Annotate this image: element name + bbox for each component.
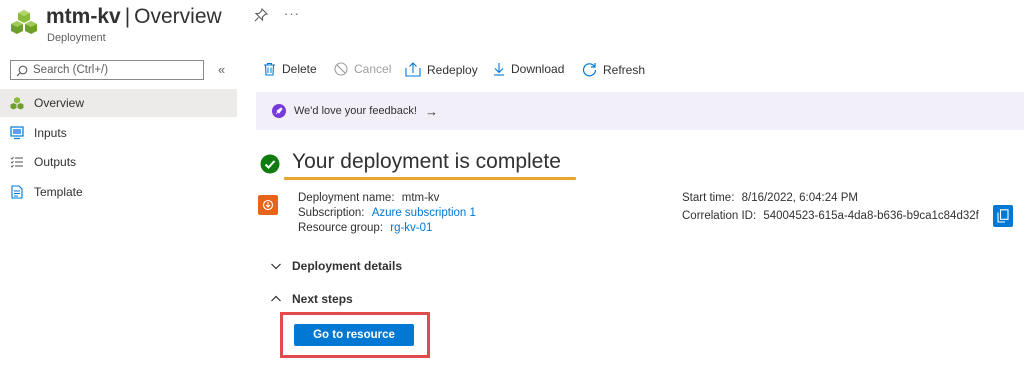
go-to-resource-button[interactable]: Go to resource <box>294 324 414 346</box>
cancel-label: Cancel <box>354 62 392 76</box>
sidebar-item-label: Outputs <box>34 155 77 169</box>
sidebar-item-inputs[interactable]: Inputs <box>0 119 237 147</box>
page-title: mtm-kv | Overview <box>46 5 222 29</box>
subscription-link[interactable]: Azure subscription 1 <box>372 207 476 219</box>
start-time-row: Start time: 8/16/2022, 6:04:24 PM <box>682 192 858 204</box>
search-input[interactable] <box>33 62 198 78</box>
trash-icon <box>264 62 275 76</box>
subscription-label: Subscription: <box>298 207 365 219</box>
chevron-up-icon <box>271 295 281 302</box>
next-steps-label: Next steps <box>292 292 353 306</box>
refresh-label: Refresh <box>603 62 646 77</box>
page-name: Overview <box>134 5 222 28</box>
deployment-details-toggle[interactable]: Deployment details <box>270 259 402 273</box>
search-box[interactable] <box>10 60 204 80</box>
sidebar-item-overview[interactable]: Overview <box>0 89 237 117</box>
next-steps-toggle[interactable]: Next steps <box>270 292 353 306</box>
resource-group-label: Resource group: <box>298 222 384 234</box>
feedback-banner[interactable]: We'd love your feedback! → <box>256 92 1024 130</box>
download-icon <box>494 63 504 76</box>
search-icon <box>16 64 28 77</box>
success-check-icon <box>260 154 280 174</box>
copy-to-clipboard-button[interactable] <box>993 205 1013 227</box>
resource-group-row: Resource group: rg-kv-01 <box>298 222 432 234</box>
title-separator: | <box>124 5 131 28</box>
redeploy-label: Redeploy <box>427 62 478 77</box>
resource-group-link[interactable]: rg-kv-01 <box>390 222 432 234</box>
start-time-label: Start time: <box>682 192 735 204</box>
delete-button[interactable]: Delete <box>263 62 317 76</box>
deployment-details-label: Deployment details <box>292 259 403 273</box>
cancel-button[interactable]: Cancel <box>334 62 391 76</box>
sidebar-item-template[interactable]: Template <box>0 178 237 206</box>
sidebar-item-label: Overview <box>34 96 85 110</box>
copy-icon <box>997 209 1009 223</box>
redeploy-button[interactable]: Redeploy <box>405 62 478 77</box>
resource-type: Deployment <box>47 32 106 44</box>
highlight-underline <box>284 177 576 180</box>
template-icon <box>10 185 24 199</box>
refresh-button[interactable]: Refresh <box>582 62 645 77</box>
deployment-name-label: Deployment name: <box>298 192 395 204</box>
deployment-name-value: mtm-kv <box>401 192 440 204</box>
deployment-icon <box>258 195 278 215</box>
rocket-icon <box>272 104 286 118</box>
sidebar-item-outputs[interactable]: Outputs <box>0 148 237 176</box>
correlation-id-value: 54004523-615a-4da8-b636-b9ca1c84d32f <box>763 210 979 222</box>
start-time-value: 8/16/2022, 6:04:24 PM <box>741 192 858 204</box>
sidebar-item-label: Template <box>34 185 83 199</box>
overview-icon <box>10 96 24 110</box>
cancel-icon <box>334 62 348 76</box>
chevron-down-icon <box>271 263 281 270</box>
download-button[interactable]: Download <box>493 62 564 76</box>
deployment-cubes-icon <box>10 8 38 36</box>
download-label: Download <box>511 62 565 76</box>
subscription-row: Subscription: Azure subscription 1 <box>298 207 476 219</box>
upload-icon <box>405 62 421 77</box>
inputs-icon <box>10 126 24 140</box>
delete-label: Delete <box>282 62 317 76</box>
correlation-id-label: Correlation ID: <box>682 210 757 222</box>
arrow-right-icon: → <box>424 103 438 119</box>
more-options-icon[interactable]: ··· <box>284 6 300 21</box>
sidebar-item-label: Inputs <box>34 126 67 140</box>
collapse-sidebar-icon[interactable]: « <box>218 62 225 77</box>
deployment-name-row: Deployment name: mtm-kv <box>298 192 439 204</box>
resource-name: mtm-kv <box>46 5 121 28</box>
pin-icon[interactable] <box>254 7 269 22</box>
correlation-id-row: Correlation ID: 54004523-615a-4da8-b636-… <box>682 210 979 222</box>
deployment-status-title: Your deployment is complete <box>292 150 561 173</box>
refresh-icon <box>582 63 597 77</box>
feedback-text: We'd love your feedback! <box>294 105 417 117</box>
outputs-icon <box>10 155 24 169</box>
